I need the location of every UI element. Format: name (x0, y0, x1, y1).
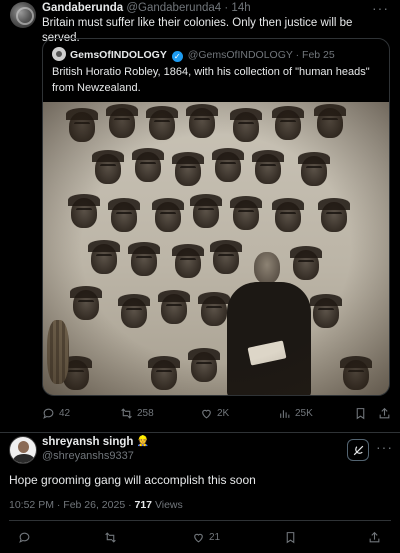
like-button[interactable]: 21 (192, 531, 220, 544)
bookmark-icon (286, 532, 295, 544)
reply-views-label: Views (152, 499, 183, 511)
grok-button[interactable] (347, 439, 369, 461)
reply-text: Hope grooming gang will accomplish this … (9, 473, 256, 487)
verified-badge-icon: ✓ (171, 51, 183, 62)
like-count: 21 (209, 532, 221, 543)
repost-count: 258 (137, 408, 154, 419)
quoted-author-avatar (52, 47, 66, 61)
separator-dot: · (295, 49, 300, 61)
reply-button[interactable] (18, 531, 31, 544)
quoted-author-handle: @GemsOfINDOLOGY (187, 49, 293, 61)
like-count: 2K (217, 408, 230, 419)
repost-icon (121, 408, 132, 419)
repost-icon (105, 532, 116, 543)
share-button[interactable] (368, 531, 381, 544)
repost-button[interactable] (104, 531, 117, 544)
more-horizontal-icon[interactable]: ··· (376, 439, 393, 455)
share-icon (369, 531, 380, 543)
reply-actions: 21 (0, 531, 400, 547)
reply-author-handle[interactable]: @shreyanshs9337 (42, 450, 134, 462)
bookmark-button[interactable] (354, 407, 367, 420)
share-icon (379, 407, 390, 419)
post-header: Gandaberunda @Gandaberunda4 · 14h (42, 2, 382, 14)
author-handle[interactable]: @Gandaberunda4 (126, 2, 221, 14)
quoted-post[interactable]: GemsOfINDOLOGY ✓ @GemsOfINDOLOGY · Feb 2… (42, 38, 390, 396)
quoted-post-header: GemsOfINDOLOGY ✓ @GemsOfINDOLOGY · Feb 2… (52, 47, 335, 62)
original-post[interactable]: Gandaberunda @Gandaberunda4 · 14h ··· Br… (0, 0, 400, 432)
heart-icon (194, 533, 203, 543)
repost-button[interactable]: 258 (120, 407, 154, 420)
reply-post[interactable]: shreyansh singh 👷 @shreyanshs9337 ··· Ho… (0, 433, 400, 553)
reply-icon (43, 408, 54, 419)
quoted-post-photo[interactable] (43, 102, 389, 395)
views-button[interactable]: 25K (278, 407, 313, 420)
heart-icon (202, 409, 211, 419)
author-name[interactable]: Gandaberunda (42, 2, 123, 14)
reply-timestamp[interactable]: 10:52 PM · Feb 26, 2025 · (9, 499, 135, 511)
reply-author-name-row[interactable]: shreyansh singh 👷 (42, 436, 149, 448)
quoted-post-date: Feb 25 (302, 49, 335, 61)
views-count: 25K (295, 408, 313, 419)
like-button[interactable]: 2K (200, 407, 229, 420)
reply-count: 42 (59, 408, 71, 419)
bar-chart-icon (280, 410, 290, 418)
reply-divider (9, 520, 391, 521)
reply-author-avatar[interactable] (9, 436, 37, 464)
worker-emoji-icon: 👷 (136, 436, 150, 447)
bookmark-button[interactable] (284, 531, 297, 544)
post-actions: 42 258 2K 25K (42, 407, 394, 423)
separator-dot: · (224, 2, 229, 14)
bookmark-icon (356, 408, 365, 420)
quoted-author-name: GemsOfINDOLOGY (70, 49, 167, 61)
more-horizontal-icon[interactable]: ··· (372, 0, 389, 16)
quoted-post-text: British Horatio Robley, 1864, with his c… (52, 66, 370, 94)
post-time[interactable]: 14h (231, 2, 250, 14)
grok-icon (353, 445, 363, 455)
reply-button[interactable]: 42 (42, 407, 70, 420)
reply-views-count: 717 (134, 499, 153, 511)
author-avatar[interactable] (10, 2, 36, 28)
reply-timestamp-row: 10:52 PM · Feb 26, 2025 · 717 Views (9, 499, 183, 511)
reply-icon (19, 532, 30, 543)
share-button[interactable] (378, 407, 391, 420)
reply-author-name[interactable]: shreyansh singh (42, 436, 133, 448)
